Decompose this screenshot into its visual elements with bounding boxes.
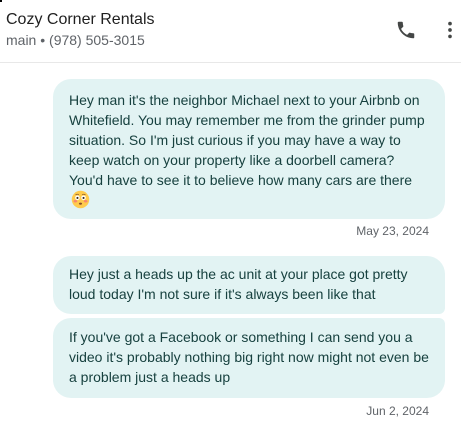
call-button[interactable] [392, 16, 420, 44]
more-vert-icon [448, 21, 452, 39]
conversation-header: Cozy Corner Rentals main • (978) 505-301… [0, 0, 461, 63]
contact-name: Cozy Corner Rentals [6, 11, 155, 28]
message-bubble[interactable]: Hey just a heads up the ac unit at your … [53, 256, 445, 314]
message-text: Hey just a heads up the ac unit at your … [69, 266, 408, 302]
message-timestamp: Jun 2, 2024 [366, 404, 429, 418]
contact-detail: main • (978) 505-3015 [6, 32, 145, 48]
message-text: If you've got a Facebook or something I … [69, 329, 429, 385]
message-timestamp: May 23, 2024 [356, 224, 429, 238]
message-text: Hey man it's the neighbor Michael next t… [69, 92, 425, 188]
phone-icon [397, 21, 415, 39]
message-bubble[interactable]: Hey man it's the neighbor Michael next t… [53, 79, 445, 219]
message-bubble[interactable]: If you've got a Facebook or something I … [53, 318, 445, 398]
corner-marker [0, 0, 2, 2]
more-options-button[interactable] [436, 16, 461, 44]
flushed-face-emoji-icon [71, 190, 90, 209]
